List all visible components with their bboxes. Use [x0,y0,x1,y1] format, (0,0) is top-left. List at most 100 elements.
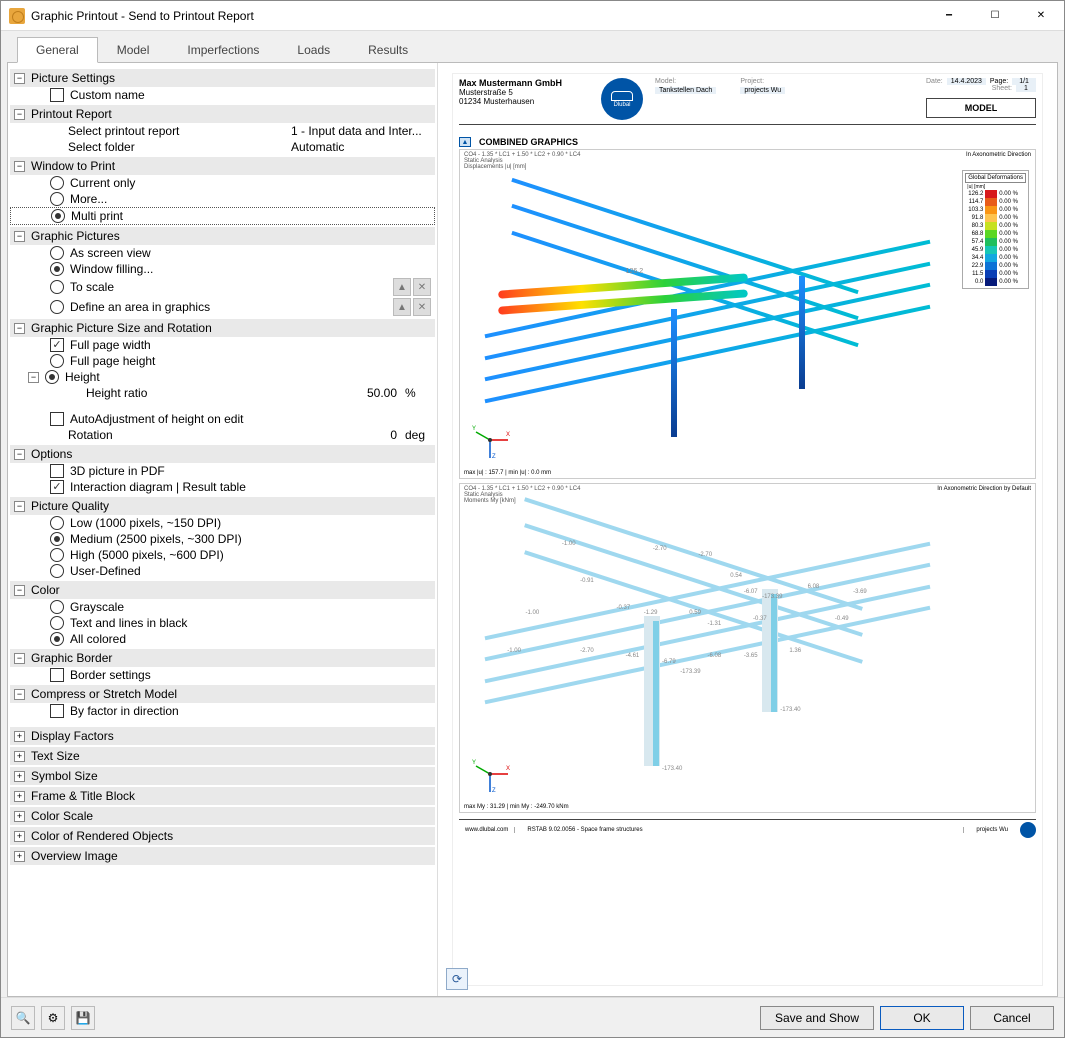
check-3d-pdf[interactable]: 3D picture in PDF [10,463,435,479]
check-by-factor[interactable]: By factor in direction [10,703,435,719]
radio-height[interactable]: − Height [10,369,435,385]
group-quality[interactable]: − Picture Quality [10,497,435,515]
radio-to-scale[interactable]: To scale ▲✕ [10,277,435,297]
group-graphic-pictures[interactable]: − Graphic Pictures [10,227,435,245]
checkbox-icon[interactable] [50,338,64,352]
collapse-icon[interactable]: − [14,449,25,460]
maximize-button[interactable]: ☐ [972,1,1018,31]
collapse-icon[interactable]: − [14,653,25,664]
expand-icon[interactable]: + [14,771,25,782]
radio-icon[interactable] [50,600,64,614]
expand-icon[interactable]: + [14,751,25,762]
collapse-icon[interactable]: − [14,323,25,334]
height-ratio-row[interactable]: Height ratio 50.00 % [10,385,435,401]
select-report-row[interactable]: Select printout report 1 - Input data an… [10,123,435,139]
group-color[interactable]: − Color [10,581,435,599]
group-collapsed[interactable]: +Overview Image [10,847,435,865]
radio-icon[interactable] [50,262,64,276]
radio-icon[interactable] [50,192,64,206]
collapse-icon[interactable]: − [14,109,25,120]
tab-imperfections[interactable]: Imperfections [168,37,278,63]
check-auto-adjust[interactable]: AutoAdjustment of height on edit [10,411,435,427]
group-collapsed[interactable]: +Text Size [10,747,435,765]
collapse-icon[interactable]: − [14,231,25,242]
radio-icon[interactable] [50,516,64,530]
close-button[interactable]: ✕ [1018,1,1064,31]
radio-icon[interactable] [50,280,64,294]
radio-icon[interactable] [50,564,64,578]
tab-results[interactable]: Results [349,37,427,63]
group-compress[interactable]: − Compress or Stretch Model [10,685,435,703]
group-collapsed[interactable]: +Symbol Size [10,767,435,785]
radio-multi-print[interactable]: Multi print [10,207,435,225]
group-collapsed[interactable]: +Frame & Title Block [10,787,435,805]
collapse-icon[interactable]: − [14,501,25,512]
radio-icon[interactable] [50,532,64,546]
group-collapsed[interactable]: +Display Factors [10,727,435,745]
group-options[interactable]: − Options [10,445,435,463]
radio-all-colored[interactable]: All colored [10,631,435,647]
radio-grayscale[interactable]: Grayscale [10,599,435,615]
group-size-rotation[interactable]: − Graphic Picture Size and Rotation [10,319,435,337]
refresh-button[interactable]: ⟳ [446,968,468,990]
save-settings-button[interactable]: 💾 [71,1006,95,1030]
checkbox-icon[interactable] [50,464,64,478]
radio-icon[interactable] [50,354,64,368]
radio-icon[interactable] [50,246,64,260]
radio-icon[interactable] [51,209,65,223]
save-and-show-button[interactable]: Save and Show [760,1006,874,1030]
group-collapsed[interactable]: +Color Scale [10,807,435,825]
radio-icon[interactable] [50,548,64,562]
checkbox-icon[interactable] [50,668,64,682]
radio-quality-medium[interactable]: Medium (2500 pixels, ~300 DPI) [10,531,435,547]
expand-icon[interactable]: + [14,831,25,842]
rotation-row[interactable]: Rotation 0 deg [10,427,435,443]
group-printout-report[interactable]: − Printout Report [10,105,435,123]
collapse-icon[interactable]: − [14,585,25,596]
select-folder-row[interactable]: Select folder Automatic [10,139,435,155]
settings-button[interactable]: ⚙ [41,1006,65,1030]
group-window-to-print[interactable]: − Window to Print [10,157,435,175]
check-interaction[interactable]: Interaction diagram | Result table [10,479,435,495]
expand-icon[interactable]: + [14,791,25,802]
radio-text-black[interactable]: Text and lines in black [10,615,435,631]
help-button[interactable]: 🔍 [11,1006,35,1030]
minimize-button[interactable]: 🗕 [926,1,972,31]
radio-full-height[interactable]: Full page height [10,353,435,369]
collapse-icon[interactable]: − [14,73,25,84]
collapse-icon[interactable]: − [28,372,39,383]
radio-more[interactable]: More... [10,191,435,207]
radio-icon[interactable] [50,176,64,190]
expand-icon[interactable]: + [14,731,25,742]
group-border[interactable]: − Graphic Border [10,649,435,667]
collapse-icon[interactable]: − [14,161,25,172]
radio-as-screen[interactable]: As screen view [10,245,435,261]
expand-icon[interactable]: + [14,811,25,822]
tab-loads[interactable]: Loads [278,37,349,63]
checkbox-icon[interactable] [50,88,64,102]
radio-current-only[interactable]: Current only [10,175,435,191]
checkbox-icon[interactable] [50,704,64,718]
tab-general[interactable]: General [17,37,98,63]
radio-quality-low[interactable]: Low (1000 pixels, ~150 DPI) [10,515,435,531]
radio-icon[interactable] [50,616,64,630]
radio-icon[interactable] [50,632,64,646]
radio-icon[interactable] [45,370,59,384]
ok-button[interactable]: OK [880,1006,964,1030]
group-collapsed[interactable]: +Color of Rendered Objects [10,827,435,845]
radio-define-area[interactable]: Define an area in graphics ▲✕ [10,297,435,317]
checkbox-icon[interactable] [50,412,64,426]
check-full-width[interactable]: Full page width [10,337,435,353]
cancel-button[interactable]: Cancel [970,1006,1054,1030]
check-border-settings[interactable]: Border settings [10,667,435,683]
radio-quality-user[interactable]: User-Defined [10,563,435,579]
group-picture-settings[interactable]: − Picture Settings [10,69,435,87]
collapse-icon[interactable]: − [14,689,25,700]
checkbox-icon[interactable] [50,480,64,494]
radio-quality-high[interactable]: High (5000 pixels, ~600 DPI) [10,547,435,563]
radio-window-filling[interactable]: Window filling... [10,261,435,277]
expand-icon[interactable]: + [14,851,25,862]
tab-model[interactable]: Model [98,37,169,63]
custom-name-row[interactable]: Custom name [10,87,435,103]
radio-icon[interactable] [50,300,64,314]
